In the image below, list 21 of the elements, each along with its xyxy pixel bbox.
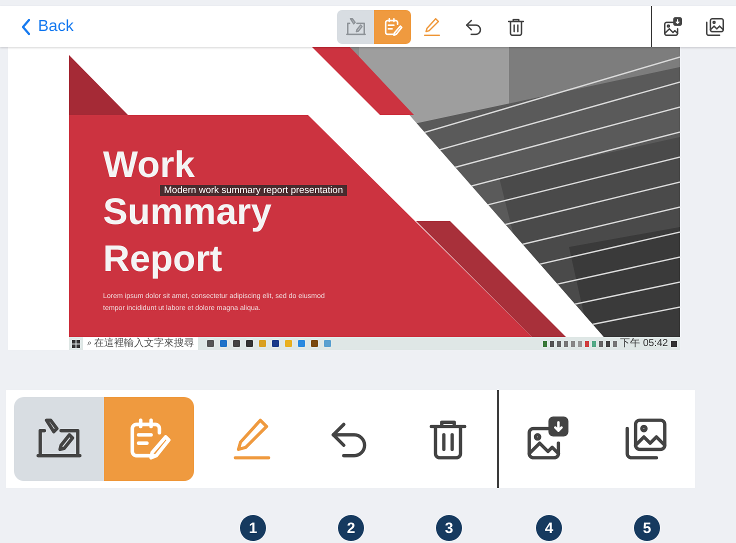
tooltip: Modern work summary report presentation (160, 185, 347, 196)
slide-title-line: Report (103, 240, 222, 278)
slide-title-line: Work (103, 146, 195, 184)
windows-icon (72, 340, 80, 348)
callout-number: 5 (634, 515, 660, 541)
callout-number: 1 (240, 515, 266, 541)
mode-tab[interactable] (14, 397, 104, 481)
callout-number: 4 (536, 515, 562, 541)
callout-number: 3 (436, 515, 462, 541)
mode-tab[interactable] (337, 10, 374, 44)
image-download-icon (662, 16, 684, 38)
notification-icon[interactable] (671, 340, 677, 346)
pencil-icon (421, 16, 443, 38)
taskbar-clock: 下午 05:42 (620, 338, 668, 350)
chevron-left-icon (20, 18, 32, 36)
taskbar-search-field[interactable]: 在這裡輸入文字來搜尋 (83, 337, 198, 350)
gallery-icon (704, 16, 726, 38)
callout-number: 2 (338, 515, 364, 541)
drawing-board-icon (344, 16, 366, 38)
search-icon (87, 340, 91, 347)
back-button[interactable]: Back (20, 18, 74, 36)
